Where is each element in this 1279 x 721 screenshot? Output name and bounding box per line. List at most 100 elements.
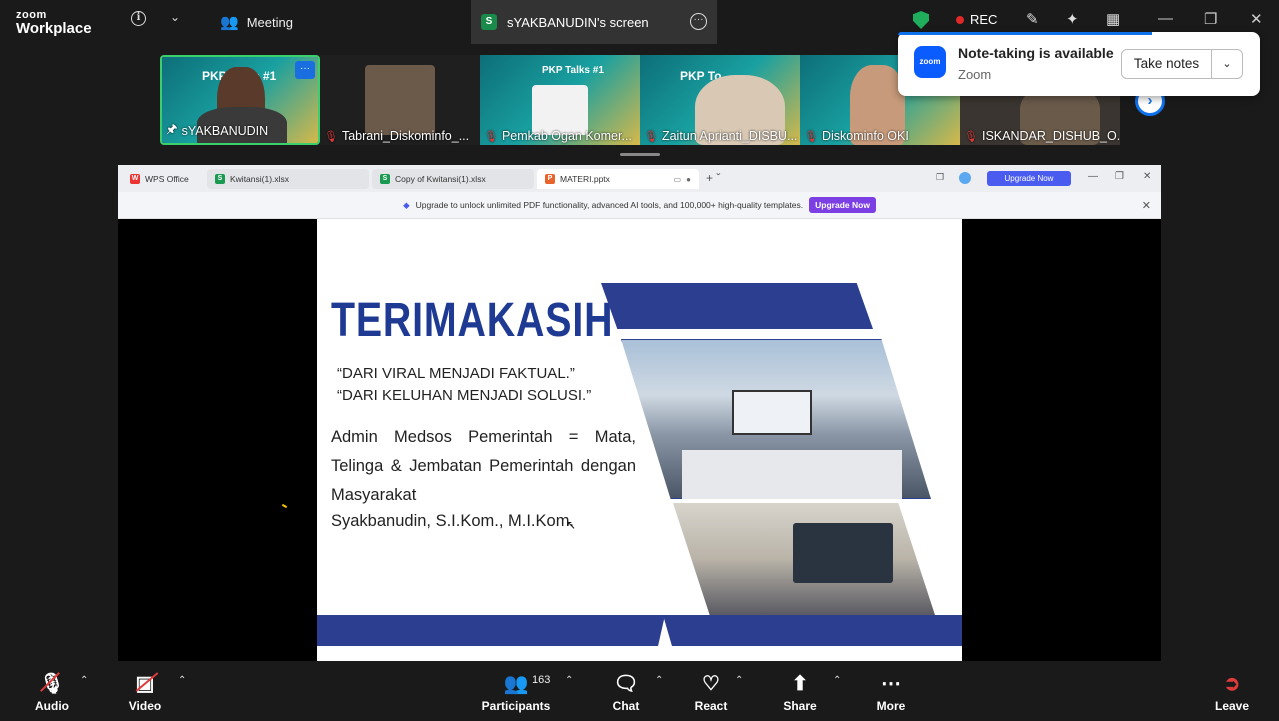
sheet-badge-icon: S bbox=[481, 14, 497, 30]
more-icon: ⋯ bbox=[881, 673, 901, 695]
tab-kwitansi[interactable]: S Kwitansi(1).xlsx bbox=[207, 169, 369, 189]
upgrade-banner: ◆ Upgrade to unlock unlimited PDF functi… bbox=[118, 192, 1161, 219]
participant-video bbox=[365, 65, 435, 135]
participants-caret-icon[interactable]: ⌃ bbox=[565, 675, 573, 686]
leave-icon: ➲ bbox=[1223, 673, 1241, 695]
photo-table bbox=[682, 450, 902, 499]
participants-button[interactable]: 👥 Participants bbox=[482, 661, 551, 721]
meeting-toolbar: 🎙 Audio ⌃ ▣ Video ⌃ 👥 Participants 163 ⌃… bbox=[0, 661, 1279, 721]
note-taking-popup: zoom Note-taking is available Zoom Take … bbox=[898, 32, 1260, 96]
banner-text: PKP Talks #1 bbox=[542, 65, 604, 76]
share-caret-icon[interactable]: ⌃ bbox=[833, 675, 841, 686]
audio-button[interactable]: 🎙 Audio bbox=[30, 661, 74, 721]
poster-video bbox=[532, 85, 588, 135]
participant-tile[interactable]: PKP To 🎙 Zaitun Aprianti_DISBU... bbox=[640, 55, 800, 145]
security-shield-icon[interactable] bbox=[913, 11, 929, 29]
chat-button[interactable]: 🗨 Chat bbox=[608, 661, 644, 721]
take-notes-label[interactable]: Take notes bbox=[1122, 50, 1212, 78]
meeting-label: Meeting bbox=[246, 14, 293, 30]
slide-author: Syakbanudin, S.I.Kom., M.I.Kom. bbox=[331, 512, 575, 530]
participant-name: 🎙 Zaitun Aprianti_DISBU... bbox=[644, 129, 798, 143]
participant-tile[interactable]: 🎙 Tabrani_Diskominfo_... bbox=[320, 55, 480, 145]
minimize-icon[interactable]: — bbox=[1088, 171, 1098, 182]
slide-quote-1: “DARI VIRAL MENJADI FAKTUAL.” bbox=[337, 365, 575, 382]
rec-label: REC bbox=[970, 12, 998, 27]
video-caret-icon[interactable]: ⌃ bbox=[178, 675, 186, 686]
react-caret-icon[interactable]: ⌃ bbox=[735, 675, 743, 686]
slide-quote-2: “DARI KELUHAN MENJADI SOLUSI.” bbox=[337, 387, 592, 404]
participant-tile[interactable]: PKP Talks #1 ··· 🖈sYAKBANUDIN bbox=[160, 55, 320, 145]
close-icon[interactable]: ✕ bbox=[1250, 10, 1263, 28]
mic-muted-icon: 🎙 bbox=[644, 130, 658, 143]
tab-wps-office[interactable]: W WPS Office bbox=[122, 169, 204, 189]
share-screen-icon: ⬆ bbox=[791, 673, 809, 695]
tab-materi[interactable]: P MATERI.pptx ▭ ● bbox=[537, 169, 699, 189]
popup-progress-bar bbox=[898, 32, 1152, 35]
tab-close-icon[interactable]: ● bbox=[686, 175, 691, 184]
info-icon[interactable]: i bbox=[131, 11, 146, 26]
minimize-icon[interactable]: — bbox=[1158, 10, 1173, 27]
slide-paragraph: Admin Medsos Pemerintah = Mata, Telinga … bbox=[331, 428, 636, 504]
laptop-worker-photo bbox=[673, 503, 935, 615]
meeting-room-photo bbox=[621, 339, 931, 499]
presentation-icon: P bbox=[545, 174, 555, 184]
new-tab-icon[interactable]: + ˇ bbox=[706, 171, 720, 185]
tab-meeting[interactable]: 👥 Meeting bbox=[220, 0, 293, 44]
photo-screen bbox=[732, 390, 812, 435]
chat-icon: 🗨 bbox=[613, 673, 639, 695]
leave-button[interactable]: ➲ Leave bbox=[1213, 661, 1251, 721]
chat-caret-icon[interactable]: ⌃ bbox=[655, 675, 663, 686]
slide-title: TERIMAKASIH bbox=[331, 294, 614, 347]
react-button[interactable]: ♡ React bbox=[693, 661, 729, 721]
chevron-down-icon[interactable]: ⌄ bbox=[170, 10, 180, 24]
recording-indicator[interactable]: REC bbox=[956, 12, 997, 27]
slide-accent-band bbox=[601, 283, 873, 329]
resize-handle[interactable] bbox=[620, 153, 660, 156]
restore-icon[interactable]: ❐ bbox=[1115, 171, 1124, 182]
tab-copy-kwitansi[interactable]: S Copy of Kwitansi(1).xlsx bbox=[372, 169, 534, 189]
presentation-slide: TERIMAKASIH “DARI VIRAL MENJADI FAKTUAL.… bbox=[317, 219, 962, 661]
take-notes-button[interactable]: Take notes ⌄ bbox=[1121, 49, 1243, 79]
mic-muted-icon: 🎙 bbox=[324, 130, 338, 143]
tile-more-button[interactable]: ··· bbox=[295, 61, 315, 79]
slide-footer-band bbox=[317, 615, 665, 646]
window-icon[interactable]: ❐ bbox=[936, 172, 944, 183]
tab-window-icon[interactable]: ▭ bbox=[673, 175, 681, 184]
video-off-icon: ▣ bbox=[135, 671, 158, 696]
participant-tile[interactable]: PKP Talks #1 🎙 Pemkab Ogan Komer... bbox=[480, 55, 640, 145]
video-button[interactable]: ▣ Video bbox=[124, 661, 166, 721]
diamond-icon: ◆ bbox=[403, 199, 410, 210]
zoom-logo: Workplace bbox=[16, 20, 92, 37]
participant-name: 🖈 sYAKBANUDIN bbox=[166, 120, 268, 141]
more-options-icon[interactable]: ··· bbox=[690, 13, 707, 30]
audio-caret-icon[interactable]: ⌃ bbox=[80, 675, 88, 686]
wps-tab-bar: W WPS Office S Kwitansi(1).xlsx S Copy o… bbox=[118, 165, 1161, 192]
restore-icon[interactable]: ❐ bbox=[1204, 10, 1217, 28]
spreadsheet-icon: S bbox=[215, 174, 225, 184]
annotate-icon[interactable]: ✎ bbox=[1026, 10, 1039, 28]
close-icon[interactable]: ✕ bbox=[1143, 171, 1151, 182]
avatar[interactable] bbox=[959, 172, 971, 184]
banner-upgrade-button[interactable]: Upgrade Now bbox=[809, 197, 876, 213]
participant-name: 🎙 Diskominfo OKI bbox=[804, 129, 909, 143]
participants-icon: 👥 bbox=[503, 673, 529, 695]
apps-grid-icon[interactable]: ▦ bbox=[1106, 10, 1120, 28]
upgrade-now-button[interactable]: Upgrade Now bbox=[987, 171, 1071, 186]
slide-footer-band bbox=[663, 615, 962, 646]
pin-icon: 🖈 bbox=[166, 122, 178, 136]
popup-title: Note-taking is available bbox=[958, 45, 1114, 61]
chevron-down-icon[interactable]: ⌄ bbox=[1212, 50, 1242, 78]
participant-name: 🎙 Tabrani_Diskominfo_... bbox=[324, 129, 470, 143]
more-button[interactable]: ⋯ More bbox=[873, 661, 909, 721]
popup-subtitle: Zoom bbox=[958, 67, 992, 82]
banner-text: Upgrade to unlock unlimited PDF function… bbox=[415, 200, 804, 210]
share-button[interactable]: ⬆ Share bbox=[782, 661, 818, 721]
tab-shared-screen[interactable]: S sYAKBANUDIN's screen ··· bbox=[471, 0, 717, 44]
mouse-cursor-icon: ↖ bbox=[566, 518, 577, 532]
participant-name: 🎙 Pemkab Ogan Komer... bbox=[484, 129, 632, 143]
close-icon[interactable]: ✕ bbox=[1142, 199, 1151, 212]
ai-companion-icon[interactable]: ✦ bbox=[1066, 10, 1079, 28]
zoom-app-icon: zoom bbox=[914, 46, 946, 78]
people-icon: 👥 bbox=[220, 14, 239, 31]
participant-count: 163 bbox=[532, 674, 551, 686]
